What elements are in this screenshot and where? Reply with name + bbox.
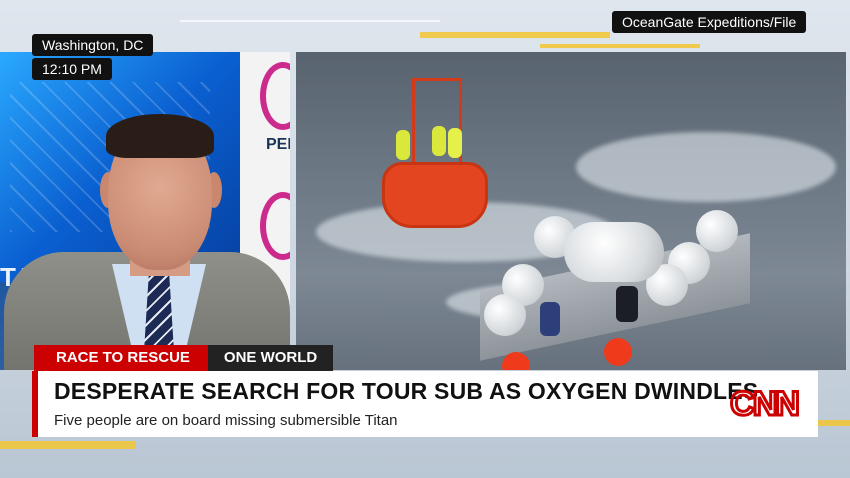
marker-buoy (604, 338, 632, 366)
pontoon (696, 210, 738, 252)
chyron-tags: RACE TO RESCUE ONE WORLD (34, 345, 334, 371)
submersible-hull (564, 222, 664, 282)
anchor-hair (106, 114, 214, 158)
time-tag: 12:10 PM (32, 58, 112, 80)
bg-streak (0, 441, 136, 449)
marker-buoy (502, 352, 530, 370)
credit-tag: OceanGate Expeditions/File (612, 11, 807, 33)
rescue-boat (382, 76, 488, 228)
one-world-tag: ONE WORLD (207, 345, 334, 371)
bg-streak (420, 32, 610, 38)
boat-hull (382, 162, 488, 228)
cnn-logo-icon: CNN (729, 384, 802, 424)
crew-member (432, 126, 446, 156)
crew-member (396, 130, 410, 160)
chyron-banner: DESPERATE SEARCH FOR TOUR SUB AS OXYGEN … (38, 371, 818, 437)
location-tag: Washington, DC (32, 34, 154, 56)
crew-member (616, 286, 638, 322)
crew-member (448, 128, 462, 158)
headline: DESPERATE SEARCH FOR TOUR SUB AS OXYGEN … (54, 378, 759, 404)
footage-video-panel (296, 52, 846, 370)
crew-member (540, 302, 560, 336)
subheadline: Five people are on board missing submers… (54, 412, 398, 429)
bg-line (180, 20, 440, 22)
pontoon (484, 294, 526, 336)
wave (576, 132, 836, 202)
race-to-rescue-tag: RACE TO RESCUE (34, 345, 208, 371)
titan-submersible-platform (474, 202, 754, 370)
bg-streak (818, 420, 850, 426)
bg-streak (540, 44, 700, 48)
news-anchor (0, 52, 290, 370)
presenter-video-panel: TAGON PEN (0, 52, 290, 370)
cnn-logo-text: CNN (730, 385, 798, 423)
